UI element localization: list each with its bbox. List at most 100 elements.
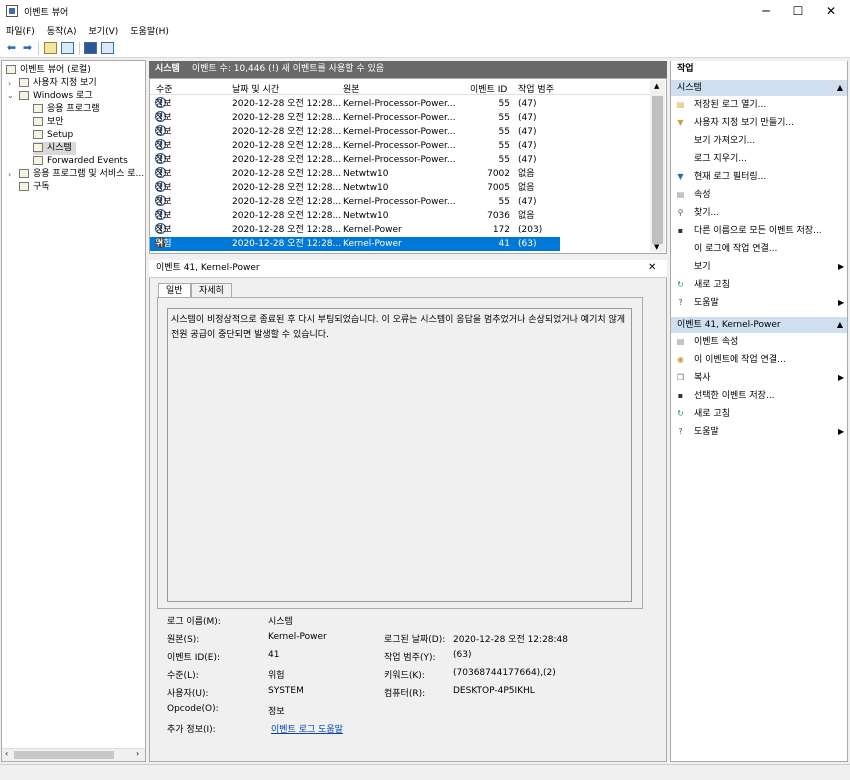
show-hide-tree-icon[interactable] [61, 42, 74, 54]
actions-section-event[interactable]: 이벤트 41, Kernel-Power ▲ [671, 317, 847, 333]
clear-log-icon [675, 153, 686, 164]
event-row[interactable]: i 정보 2020-12-28 오전 12:28... Kernel-Processo… [150, 195, 560, 209]
action-item[interactable]: ❐ 복사 ▶ [675, 370, 844, 386]
action-item[interactable]: 보기 가져오기... [675, 133, 755, 149]
action-item[interactable]: ↻ 새로 고침 [675, 406, 730, 422]
scroll-left-icon[interactable]: ‹ [5, 749, 8, 758]
collapse-icon[interactable]: ⌄ [7, 91, 14, 100]
action-item[interactable]: ▤ 속성 [675, 187, 711, 203]
tree-item-subscriptions[interactable]: 구독 [19, 181, 50, 194]
tree-item-app-service-logs[interactable]: 응용 프로그램 및 서비스 로... [19, 168, 144, 181]
row-event-id: 172 [492, 225, 510, 235]
row-event-id: 55 [498, 155, 510, 165]
column-source[interactable]: 원본 [343, 82, 360, 95]
close-button[interactable]: ✕ [814, 0, 848, 22]
column-level[interactable]: 수준 [156, 82, 173, 95]
collapse-caret-icon[interactable]: ▲ [837, 317, 843, 333]
action-item[interactable]: ▼ 사용자 지정 보기 만들기... [675, 115, 794, 131]
scrollbar-thumb[interactable] [652, 96, 663, 244]
tree-item-application[interactable]: 응용 프로그램 [33, 103, 100, 116]
copy-icon: ❐ [676, 373, 685, 382]
actions-title: 작업 [671, 61, 847, 78]
event-row[interactable]: i 정보 2020-12-28 오전 12:28... Kernel-Power 172… [150, 223, 560, 237]
row-event-id: 55 [498, 99, 510, 109]
action-item[interactable]: 로그 지우기... [675, 151, 747, 167]
event-row[interactable]: i 정보 2020-12-28 오전 12:28... Kernel-Processo… [150, 139, 560, 153]
tab-details[interactable]: 자세히 [191, 283, 232, 298]
folder-icon [19, 91, 29, 100]
event-row[interactable]: i 정보 2020-12-28 오전 12:28... Kernel-Processo… [150, 153, 560, 167]
submenu-arrow-icon: ▶ [838, 373, 845, 382]
row-level: 정보 [155, 225, 172, 235]
maximize-button[interactable]: ☐ [781, 0, 815, 22]
row-source: Kernel-Processor-Power... [343, 127, 456, 137]
scrollbar-thumb[interactable] [14, 751, 114, 759]
action-item[interactable]: ▤ 저장된 로그 열기... [675, 97, 767, 113]
action-item[interactable]: ▤ 이벤트 속성 [675, 334, 739, 350]
event-row[interactable]: i 정보 2020-12-28 오전 12:28... Netwtw10 7036 없음 [150, 209, 560, 223]
window-title: 이벤트 뷰어 [24, 8, 69, 18]
collapse-caret-icon[interactable]: ▲ [837, 80, 843, 96]
tree-item-forwarded-events[interactable]: Forwarded Events [33, 155, 128, 168]
help-icon[interactable] [84, 42, 97, 54]
column-event-id[interactable]: 이벤트 ID [470, 82, 507, 95]
row-source: Netwtw10 [343, 183, 389, 193]
row-level: 정보 [155, 169, 172, 179]
menu-help[interactable]: 도움말(H) [124, 22, 175, 37]
row-date: 2020-12-28 오전 12:28... [232, 183, 342, 193]
event-row[interactable]: i 정보 2020-12-28 오전 12:28... Netwtw10 7002 없음 [150, 167, 560, 181]
action-item[interactable]: ? 도움말 ▶ [675, 424, 844, 440]
menu-action[interactable]: 동작(A) [41, 22, 83, 37]
event-description[interactable]: 시스템이 비정상적으로 종료된 후 다시 부팅되었습니다. 이 오류는 시스템이… [167, 308, 632, 602]
action-item[interactable]: 이 로그에 작업 연결... [675, 241, 777, 257]
tree-item-security[interactable]: 보안 [33, 116, 64, 129]
action-item[interactable]: ▼ 현재 로그 필터링... [675, 169, 766, 185]
action-item[interactable]: ◉ 이 이벤트에 작업 연결... [675, 352, 786, 368]
value-level: 위험 [268, 671, 285, 681]
scroll-up-icon[interactable]: ▲ [654, 82, 659, 90]
save-icon: ▪ [677, 226, 684, 235]
tree-item-windows-logs[interactable]: Windows 로그 [19, 90, 93, 103]
menu-file[interactable]: 파일(F) [0, 22, 41, 37]
log-icon [33, 104, 43, 113]
event-row[interactable]: i 정보 2020-12-28 오전 12:28... Kernel-Processo… [150, 125, 560, 139]
folder-icon [19, 78, 29, 87]
event-row[interactable]: i 정보 2020-12-28 오전 12:28... Netwtw10 7005 없음 [150, 181, 560, 195]
event-log-help-link[interactable]: 이벤트 로그 도움말 [271, 722, 343, 735]
event-row[interactable]: i 정보 2020-12-28 오전 12:28... Kernel-Processo… [150, 111, 560, 125]
column-date[interactable]: 날짜 및 시간 [232, 82, 279, 95]
action-item[interactable]: ▪ 선택한 이벤트 저장... [675, 388, 775, 404]
actions-section-system[interactable]: 시스템 ▲ [671, 80, 847, 96]
label-event-id: 이벤트 ID(E): [167, 653, 221, 663]
up-folder-icon[interactable] [44, 42, 57, 54]
event-row[interactable]: i 정보 2020-12-28 오전 12:28... Kernel-Processo… [150, 97, 560, 111]
back-icon[interactable]: ⬅ [5, 42, 18, 54]
row-date: 2020-12-28 오전 12:28... [232, 211, 342, 221]
tree-item-system[interactable]: 시스템 [33, 142, 76, 155]
row-level: 정보 [155, 197, 172, 207]
scroll-down-icon[interactable]: ▼ [654, 243, 659, 251]
event-row[interactable]: ✕ 위험 2020-12-28 오전 12:28... Kernel-Power 41(… [150, 237, 560, 251]
tree-item-setup[interactable]: Setup [33, 129, 73, 142]
refresh-icon: ↻ [677, 409, 684, 418]
show-action-pane-icon[interactable] [101, 42, 114, 54]
scroll-right-icon[interactable]: › [136, 749, 139, 758]
action-item[interactable]: ? 도움말 ▶ [675, 295, 844, 311]
row-task-category: (203) [518, 225, 543, 235]
event-detail-title: 이벤트 41, Kernel-Power [149, 260, 667, 278]
forward-icon[interactable]: ➡ [21, 42, 34, 54]
tree-item-custom-views[interactable]: 사용자 지정 보기 [19, 77, 97, 90]
row-task-category: (47) [518, 155, 537, 165]
action-item[interactable]: ▪ 다른 이름으로 모든 이벤트 저장... [675, 223, 822, 239]
action-item[interactable]: ⚲ 찾기... [675, 205, 720, 221]
column-task-category[interactable]: 작업 범주 [518, 82, 554, 95]
action-item[interactable]: 보기 ▶ [675, 259, 844, 275]
expand-icon[interactable]: › [8, 79, 11, 88]
action-item[interactable]: ↻ 새로 고침 [675, 277, 730, 293]
minimize-button[interactable]: ─ [749, 0, 783, 22]
expand-icon[interactable]: › [8, 170, 11, 179]
menu-view[interactable]: 보기(V) [83, 22, 125, 37]
tree-root[interactable]: 이벤트 뷰어 (로컬) [6, 64, 91, 77]
detail-close-icon[interactable]: ✕ [648, 262, 656, 273]
tab-general[interactable]: 일반 [158, 283, 191, 298]
